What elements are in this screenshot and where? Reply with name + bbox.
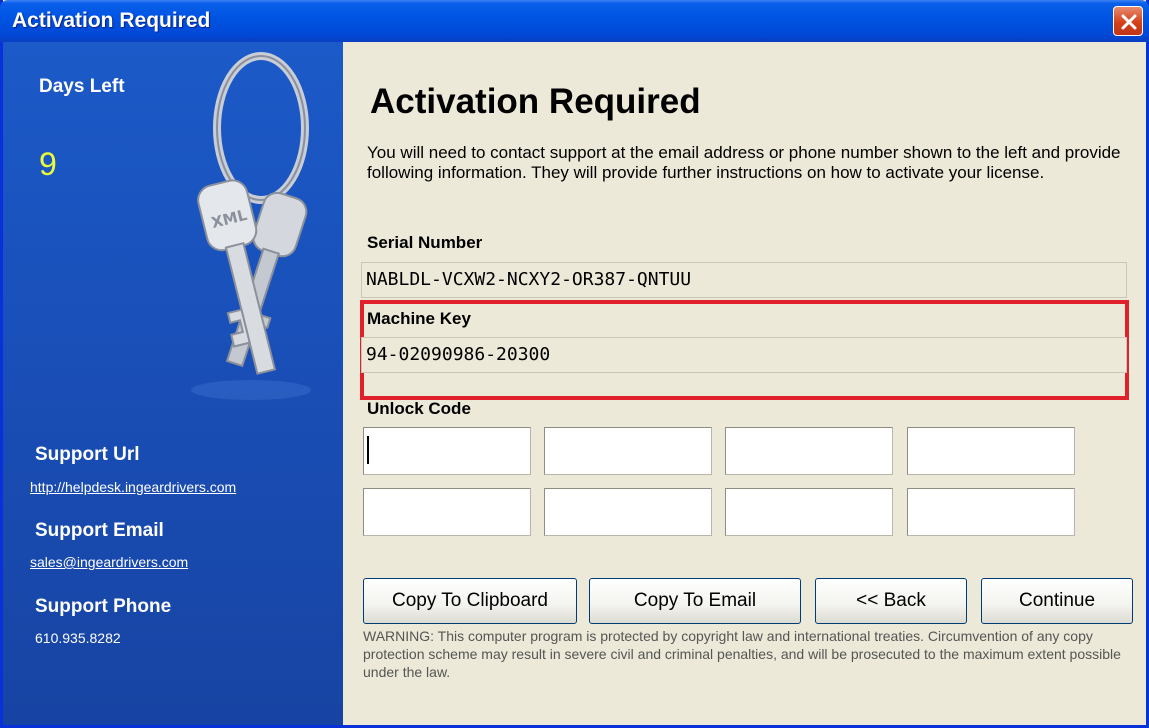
support-email-link[interactable]: sales@ingeardrivers.com bbox=[30, 554, 188, 570]
instructions-text: You will need to contact support at the … bbox=[367, 143, 1121, 182]
page-title: Activation Required bbox=[370, 82, 701, 121]
copy-to-email-button[interactable]: Copy To Email bbox=[589, 578, 801, 624]
support-url-link[interactable]: http://helpdesk.ingeardrivers.com bbox=[30, 479, 236, 495]
title-bar[interactable]: Activation Required bbox=[0, 0, 1149, 42]
activation-dialog: Activation Required Days Left 9 XML Supp… bbox=[0, 0, 1149, 728]
unlock-code-field[interactable] bbox=[544, 427, 712, 475]
close-icon bbox=[1121, 14, 1137, 30]
keys-icon: XML bbox=[191, 52, 311, 400]
unlock-code-label: Unlock Code bbox=[367, 399, 471, 418]
unlock-code-field[interactable] bbox=[363, 427, 531, 475]
copy-to-clipboard-button[interactable]: Copy To Clipboard bbox=[363, 578, 577, 624]
close-button[interactable] bbox=[1113, 6, 1143, 36]
support-url-label: Support Url bbox=[35, 444, 140, 465]
sidebar: Days Left 9 XML Support Url http://helpd… bbox=[3, 42, 343, 725]
support-phone-label: Support Phone bbox=[35, 596, 172, 617]
unlock-code-field[interactable] bbox=[363, 488, 531, 536]
continue-button[interactable]: Continue bbox=[981, 578, 1133, 624]
machine-key-field[interactable]: 94-02090986-20300 bbox=[361, 337, 1127, 373]
window-title: Activation Required bbox=[12, 9, 211, 32]
unlock-code-field[interactable] bbox=[725, 488, 893, 536]
serial-number-field[interactable]: NABLDL-VCXW2-NCXY2-OR387-QNTUU bbox=[361, 262, 1127, 298]
main-panel: Activation Required You will need to con… bbox=[346, 42, 1146, 725]
unlock-code-field[interactable] bbox=[907, 427, 1075, 475]
days-left-value: 9 bbox=[39, 146, 57, 182]
machine-key-label: Machine Key bbox=[367, 309, 471, 328]
unlock-code-field[interactable] bbox=[907, 488, 1075, 536]
copyright-warning: WARNING: This computer program is protec… bbox=[363, 628, 1121, 680]
support-email-label: Support Email bbox=[35, 520, 164, 541]
serial-number-label: Serial Number bbox=[367, 233, 483, 252]
days-left-label: Days Left bbox=[39, 76, 125, 97]
unlock-code-field[interactable] bbox=[725, 427, 893, 475]
unlock-code-field[interactable] bbox=[544, 488, 712, 536]
support-phone-value: 610.935.8282 bbox=[35, 630, 121, 646]
back-button[interactable]: << Back bbox=[815, 578, 967, 624]
text-caret bbox=[367, 436, 369, 464]
